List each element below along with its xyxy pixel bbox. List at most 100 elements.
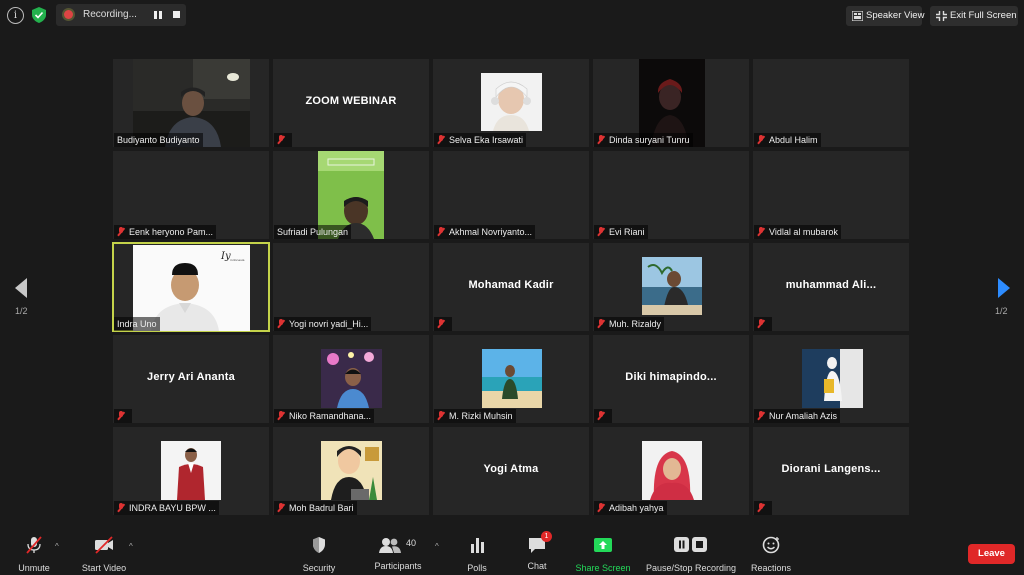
participant-tile[interactable]: Yogi Atma — [433, 427, 589, 515]
unmute-label: Unmute — [18, 563, 50, 573]
participant-tile[interactable]: Diorani Langens... — [753, 427, 909, 515]
reactions-smiley-icon — [762, 536, 780, 554]
muted-mic-icon — [277, 503, 285, 512]
participant-name-label: Dinda suryani Tunru — [594, 133, 693, 147]
muted-mic-icon — [277, 135, 285, 144]
participant-video — [161, 441, 221, 500]
participant-name-label: Selva Eka Irsawati — [434, 133, 527, 147]
video-options-caret-icon[interactable]: ^ — [129, 542, 133, 551]
pause-recording-icon[interactable] — [154, 11, 162, 19]
polls-button[interactable]: Polls — [460, 536, 494, 573]
participant-tile[interactable]: Akhmal Novriyanto... — [433, 151, 589, 239]
participant-tile[interactable]: Evi Riani — [593, 151, 749, 239]
participant-tile-active-speaker[interactable]: Iy indonesia Indra Uno — [112, 242, 270, 332]
chat-button[interactable]: 1 Chat — [520, 531, 554, 571]
share-screen-label: Share Screen — [575, 563, 631, 573]
muted-mic-icon — [437, 227, 445, 236]
participant-name-label — [754, 501, 772, 515]
participants-button[interactable]: 40 Participants — [370, 536, 426, 571]
muted-mic-icon — [757, 135, 765, 144]
participant-display-name: Mohamad Kadir — [468, 279, 554, 291]
participant-video — [642, 441, 702, 500]
reactions-label: Reactions — [750, 563, 792, 573]
video-off-icon — [95, 536, 113, 554]
participant-tile[interactable]: muhammad Ali... — [753, 243, 909, 331]
participant-name-label — [274, 133, 292, 147]
participant-tile[interactable]: ZOOM WEBINAR — [273, 59, 429, 147]
pause-stop-recording-icon — [674, 537, 707, 552]
reactions-button[interactable]: Reactions — [748, 536, 794, 573]
muted-mic-icon — [597, 503, 605, 512]
muted-mic-icon — [757, 227, 765, 236]
participant-name-label: Yogi novri yadi_Hi... — [274, 317, 372, 331]
recording-dot-icon — [64, 10, 73, 19]
participant-tile[interactable]: Budiyanto Budiyanto — [113, 59, 269, 147]
previous-page-arrow-icon[interactable] — [15, 278, 27, 298]
participant-tile[interactable]: Mohamad Kadir — [433, 243, 589, 331]
chat-label: Chat — [527, 561, 547, 571]
info-icon[interactable]: i — [7, 7, 24, 24]
participant-name-label: Indra Uno — [114, 317, 160, 331]
participant-name-label: INDRA BAYU BPW ... — [114, 501, 219, 515]
participant-video — [642, 257, 702, 315]
participant-name-label: Nur Amaliah Azis — [754, 409, 841, 423]
muted-mic-icon — [277, 411, 285, 420]
participant-tile[interactable]: Eenk heryono Pam... — [113, 151, 269, 239]
participant-video — [802, 349, 863, 408]
pause-stop-recording-button[interactable]: Pause/Stop Recording — [644, 536, 738, 573]
security-button[interactable]: Security — [298, 536, 340, 573]
participant-tile[interactable]: INDRA BAYU BPW ... — [113, 427, 269, 515]
participants-options-caret-icon[interactable]: ^ — [435, 542, 439, 551]
muted-mic-icon — [757, 503, 765, 512]
participant-tile[interactable]: Yogi novri yadi_Hi... — [273, 243, 429, 331]
participant-name-label: M. Rizki Muhsin — [434, 409, 516, 423]
leave-meeting-button[interactable]: Leave — [968, 544, 1015, 564]
participant-tile[interactable]: M. Rizki Muhsin — [433, 335, 589, 423]
participant-tile[interactable]: Selva Eka Irsawati — [433, 59, 589, 147]
encryption-shield-icon[interactable] — [32, 7, 46, 23]
share-screen-button[interactable]: Share Screen — [574, 536, 632, 573]
muted-mic-icon — [117, 503, 125, 512]
participant-tile[interactable]: Diki himapindo... — [593, 335, 749, 423]
polls-label: Polls — [467, 563, 487, 573]
participant-video — [321, 441, 382, 500]
participant-tile[interactable]: Nur Amaliah Azis — [753, 335, 909, 423]
participant-video — [321, 349, 382, 408]
participant-tile[interactable]: Dinda suryani Tunru — [593, 59, 749, 147]
unmute-button[interactable]: Unmute — [10, 536, 58, 573]
participant-name-label — [594, 409, 612, 423]
participant-tile[interactable]: Sufriadi Pulungan — [273, 151, 429, 239]
participant-tile[interactable]: Adibah yahya — [593, 427, 749, 515]
muted-mic-icon — [757, 319, 765, 328]
muted-mic-icon — [757, 411, 765, 420]
participant-tile[interactable]: Abdul Halim — [753, 59, 909, 147]
participant-name-label: Moh Badrul Bari — [274, 501, 357, 515]
exit-full-screen-button[interactable]: Exit Full Screen — [930, 6, 1018, 26]
participant-name-label: Akhmal Novriyanto... — [434, 225, 536, 239]
participant-name-label — [434, 317, 452, 331]
participant-display-name: ZOOM WEBINAR — [305, 95, 397, 107]
share-screen-icon — [594, 538, 612, 552]
participant-name-label — [754, 317, 772, 331]
participant-tile[interactable]: Moh Badrul Bari — [273, 427, 429, 515]
speaker-view-button[interactable]: Speaker View — [846, 6, 924, 26]
participant-display-name: Diki himapindo... — [625, 371, 717, 383]
participant-name-label: Abdul Halim — [754, 133, 821, 147]
stop-recording-icon[interactable] — [173, 11, 180, 18]
next-page-arrow-icon[interactable] — [998, 278, 1010, 298]
meeting-controls-toolbar: Unmute ^ Start Video ^ Security 40 Parti… — [0, 530, 1024, 575]
polls-icon — [471, 538, 484, 553]
participant-video — [482, 349, 542, 408]
participant-name-label: Vidlal al mubarok — [754, 225, 841, 239]
participants-label: Participants — [374, 561, 422, 571]
participant-tile[interactable]: Jerry Ari Ananta — [113, 335, 269, 423]
participant-tile[interactable]: Muh. Rizaldy — [593, 243, 749, 331]
chat-unread-badge: 1 — [541, 531, 552, 542]
audio-options-caret-icon[interactable]: ^ — [55, 542, 59, 551]
start-video-button[interactable]: Start Video — [78, 536, 130, 573]
participant-tile[interactable]: Niko Ramandhana... — [273, 335, 429, 423]
muted-mic-icon — [117, 227, 125, 236]
muted-mic-icon — [597, 319, 605, 328]
participant-tile[interactable]: Vidlal al mubarok — [753, 151, 909, 239]
participant-name-label: Budiyanto Budiyanto — [114, 133, 203, 147]
